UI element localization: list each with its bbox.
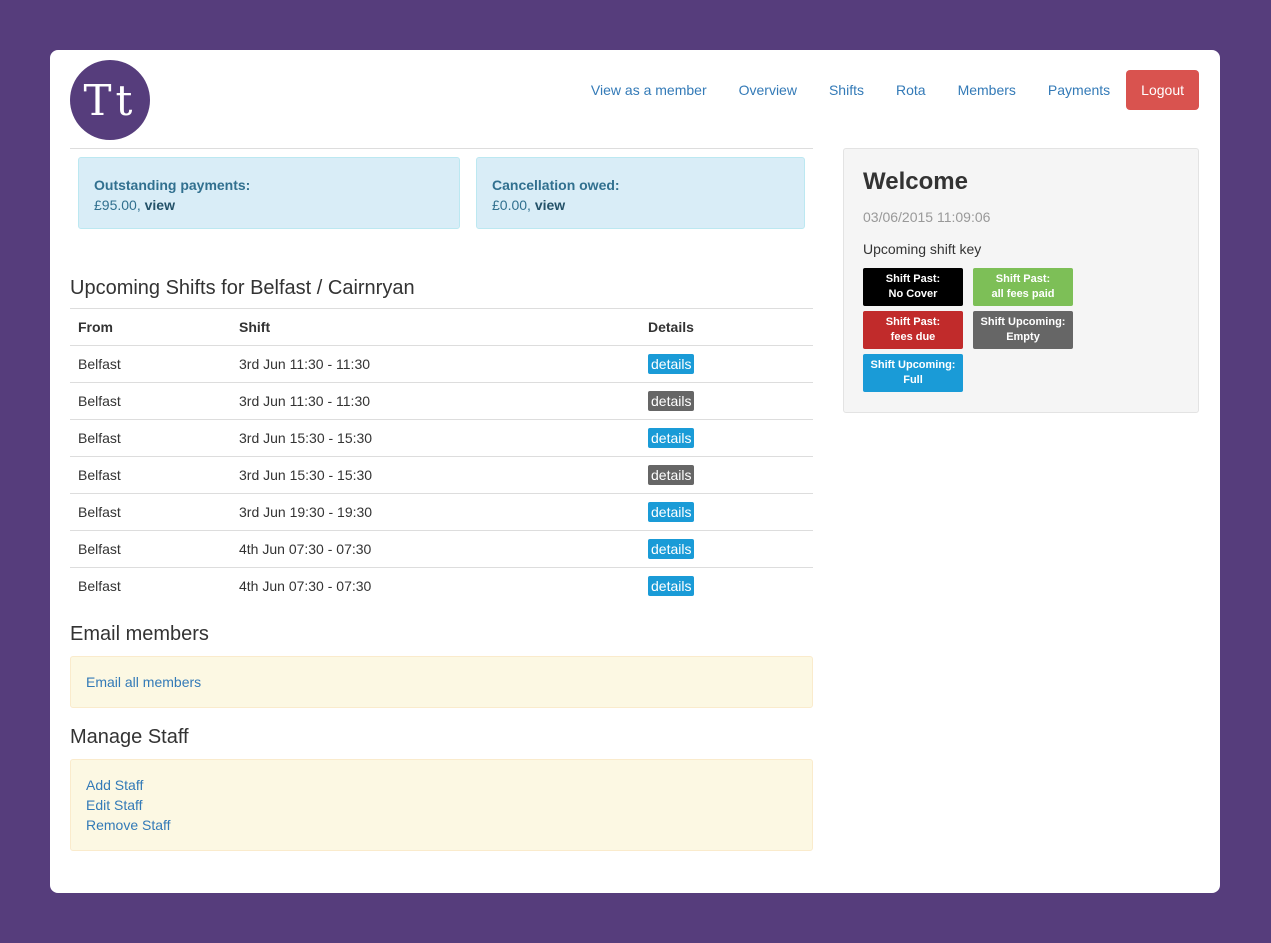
key-shift-past-fees-paid: Shift Past: all fees paid: [973, 268, 1073, 306]
table-row: Belfast 3rd Jun 15:30 - 15:30 details: [70, 419, 813, 457]
table-row: Belfast 3rd Jun 11:30 - 11:30 details: [70, 382, 813, 420]
logo[interactable]: Tt: [70, 60, 150, 140]
main-card: Tt View as a member Overview Shifts Rota…: [50, 50, 1220, 893]
key-line1: Shift Upcoming:: [980, 316, 1066, 328]
cell-shift: 3rd Jun 19:30 - 19:30: [231, 493, 640, 531]
alerts-row: Outstanding payments: £95.00, view Cance…: [70, 149, 813, 229]
nav-rota[interactable]: Rota: [880, 70, 942, 110]
email-members-title: Email members: [70, 622, 209, 645]
logout-button[interactable]: Logout: [1126, 70, 1199, 110]
column-header-from: From: [70, 308, 231, 346]
column-header-details: Details: [640, 308, 813, 346]
cell-details: details: [640, 419, 813, 457]
nav-view-as-member[interactable]: View as a member: [575, 70, 723, 110]
cancellation-owed-view-link[interactable]: view: [535, 197, 565, 213]
cell-details: details: [640, 567, 813, 605]
key-line2: No Cover: [888, 288, 938, 300]
outstanding-payments-label: Outstanding payments:: [94, 177, 251, 193]
cell-details: details: [640, 530, 813, 568]
timestamp: 03/06/2015 11:09:06: [863, 209, 991, 225]
add-staff-link[interactable]: Add Staff: [86, 775, 797, 795]
cell-shift: 4th Jun 07:30 - 07:30: [231, 567, 640, 605]
remove-staff-link[interactable]: Remove Staff: [86, 815, 797, 835]
email-all-members-link[interactable]: Email all members: [86, 672, 797, 692]
nav-members[interactable]: Members: [942, 70, 1032, 110]
key-shift-past-no-cover: Shift Past: No Cover: [863, 268, 963, 306]
key-line2: Full: [903, 374, 923, 386]
cell-details: details: [640, 382, 813, 420]
manage-staff-panel: Add Staff Edit Staff Remove Staff: [70, 758, 813, 851]
key-line1: Shift Upcoming:: [870, 359, 956, 371]
details-button[interactable]: details: [648, 502, 695, 522]
key-line1: Shift Past:: [885, 316, 941, 328]
nav-shifts[interactable]: Shifts: [813, 70, 880, 110]
key-shift-upcoming-full: Shift Upcoming: Full: [863, 354, 963, 392]
cell-shift: 4th Jun 07:30 - 07:30: [231, 530, 640, 568]
cell-details: details: [640, 493, 813, 531]
welcome-title: Welcome: [863, 168, 968, 195]
cell-shift: 3rd Jun 11:30 - 11:30: [239, 356, 371, 372]
table-row: Belfast 3rd Jun 19:30 - 19:30 details: [70, 493, 813, 531]
cell-from: Belfast: [78, 356, 121, 372]
cell-from: Belfast: [70, 493, 231, 531]
cell-from: Belfast: [70, 567, 231, 605]
cancellation-owed-label: Cancellation owed:: [492, 177, 620, 193]
cancellation-owed-alert: Cancellation owed: £0.00, view: [476, 157, 805, 229]
welcome-sidebar: Welcome 03/06/2015 11:09:06 Upcoming shi…: [843, 148, 1199, 413]
upcoming-shifts-title: Upcoming Shifts for Belfast / Cairnryan: [70, 277, 415, 299]
shift-key-grid: Shift Past: No Cover Shift Past: all fee…: [863, 268, 1179, 392]
table-row: Belfast 3rd Jun 11:30 - 11:30 details: [70, 346, 813, 383]
cell-details: details: [640, 346, 813, 383]
column-header-shift: Shift: [231, 308, 640, 346]
table-row: Belfast 4th Jun 07:30 - 07:30 details: [70, 530, 813, 568]
manage-staff-title: Manage Staff: [70, 725, 189, 748]
edit-staff-link[interactable]: Edit Staff: [86, 795, 797, 815]
key-shift-past-fees-due: Shift Past: fees due: [863, 311, 963, 349]
key-line1: Shift Past:: [995, 273, 1051, 285]
outstanding-payments-alert: Outstanding payments: £95.00, view: [78, 157, 460, 229]
table-header-row: From Shift Details: [70, 308, 813, 346]
details-button[interactable]: details: [648, 539, 695, 559]
table-row: Belfast 4th Jun 07:30 - 07:30 details: [70, 567, 813, 605]
cell-details: details: [640, 456, 813, 494]
details-button[interactable]: details: [648, 465, 695, 485]
outstanding-payments-amount: £95.00,: [94, 197, 145, 213]
cell-from: Belfast: [70, 382, 231, 420]
key-shift-upcoming-empty: Shift Upcoming: Empty: [973, 311, 1073, 349]
top-nav: View as a member Overview Shifts Rota Me…: [575, 70, 1199, 110]
cell-shift: 3rd Jun 15:30 - 15:30: [231, 419, 640, 457]
cell-from: Belfast: [70, 530, 231, 568]
shift-key-label: Upcoming shift key: [863, 241, 982, 257]
details-button[interactable]: details: [648, 428, 695, 448]
nav-overview[interactable]: Overview: [723, 70, 813, 110]
cell-shift: 3rd Jun 11:30 - 11:30: [231, 382, 640, 420]
key-line2: fees due: [890, 331, 936, 343]
details-button[interactable]: details: [648, 576, 695, 597]
table-row: Belfast 3rd Jun 15:30 - 15:30 details: [70, 456, 813, 494]
nav-payments[interactable]: Payments: [1032, 70, 1126, 110]
email-members-panel: Email all members: [70, 655, 813, 708]
main-column: Outstanding payments: £95.00, view Cance…: [70, 148, 813, 851]
outstanding-payments-view-link[interactable]: view: [145, 197, 175, 213]
cell-from: Belfast: [70, 419, 231, 457]
key-line2: Empty: [1006, 331, 1040, 343]
cell-from: Belfast: [70, 456, 231, 494]
key-line2: all fees paid: [991, 288, 1055, 300]
details-button[interactable]: details: [648, 391, 695, 411]
key-line1: Shift Past:: [885, 273, 941, 285]
details-button[interactable]: details: [648, 354, 695, 374]
cancellation-owed-amount: £0.00,: [492, 197, 535, 213]
shifts-table: From Shift Details Belfast 3rd Jun 11:30…: [70, 308, 813, 605]
cell-shift: 3rd Jun 15:30 - 15:30: [231, 456, 640, 494]
